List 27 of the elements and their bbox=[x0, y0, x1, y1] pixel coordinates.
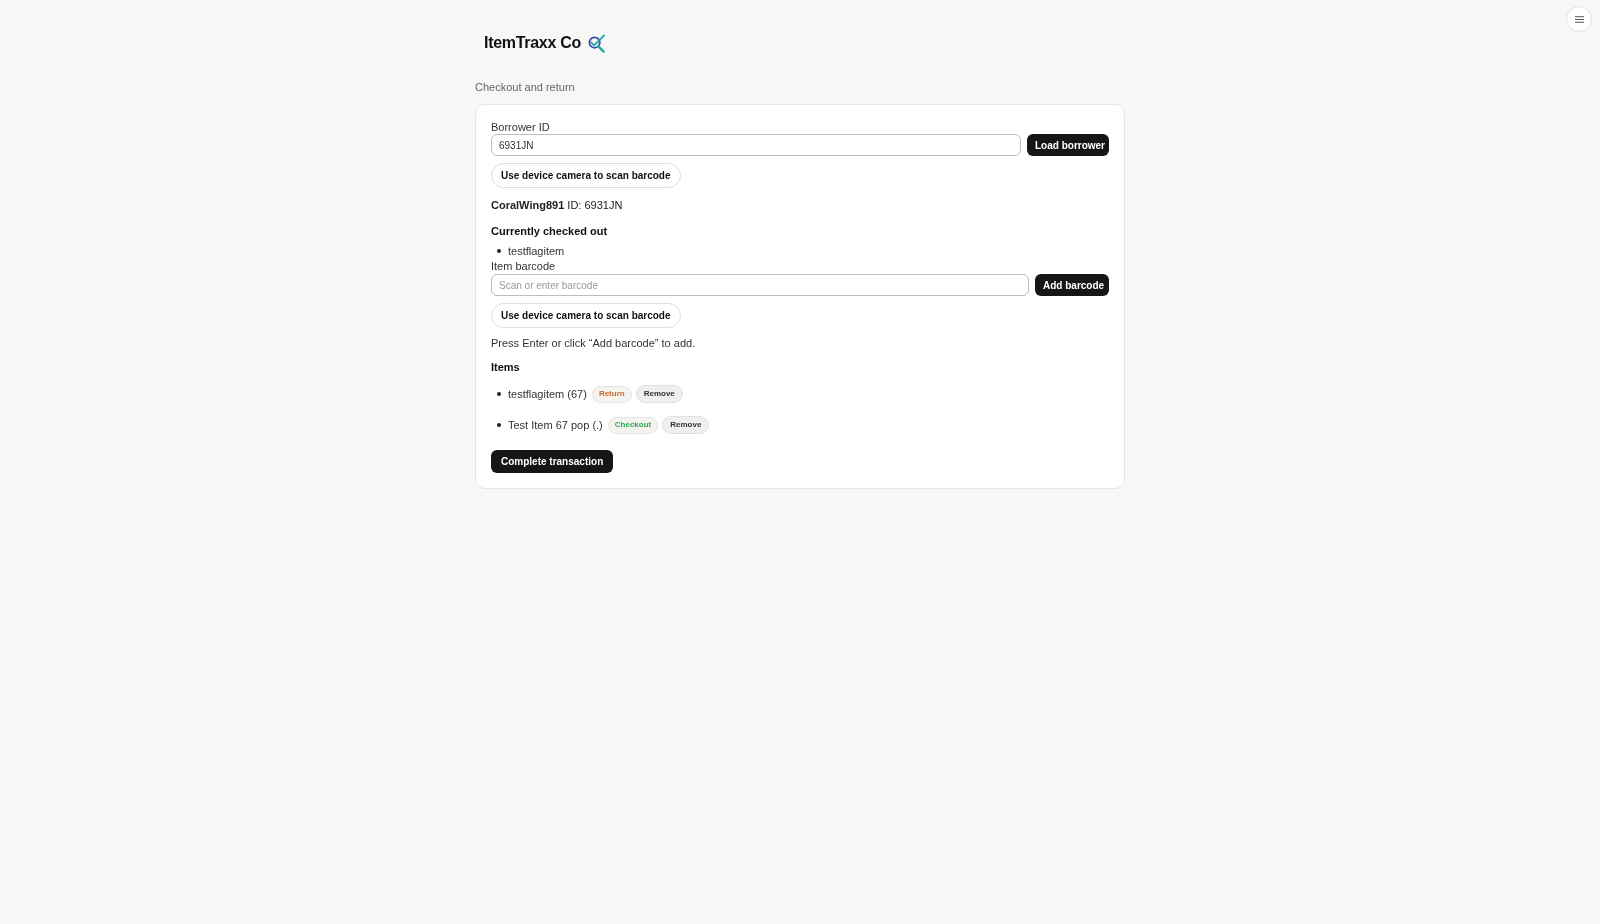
remove-button[interactable]: Remove bbox=[662, 416, 710, 434]
menu-button[interactable] bbox=[1566, 6, 1592, 32]
bullet-icon bbox=[497, 249, 501, 253]
camera-scan-button[interactable]: Use device camera to scan barcode bbox=[491, 163, 681, 188]
field-label: Borrower ID bbox=[491, 120, 550, 134]
bullet-icon bbox=[497, 423, 501, 427]
borrower-id-field[interactable]: 6931JN bbox=[491, 134, 1021, 156]
checked-out-item: testflagitem bbox=[508, 244, 565, 258]
brand-name: ItemTraxx Co bbox=[484, 33, 581, 53]
section-heading: Items bbox=[491, 360, 520, 374]
item-name: Test Item 67 pop (.) bbox=[508, 418, 603, 432]
item-name: testflagitem (67) bbox=[508, 387, 587, 401]
check-magnifier-icon bbox=[586, 33, 606, 53]
load-borrower-button[interactable]: Load borrower bbox=[1027, 134, 1109, 156]
barcode-field[interactable]: Scan or enter barcode bbox=[491, 274, 1029, 296]
section-heading: Currently checked out bbox=[491, 224, 608, 238]
menu-icon bbox=[1574, 15, 1584, 23]
borrower-summary: CoralWing891 ID: 6931JN bbox=[491, 198, 623, 212]
page-title: Checkout and return bbox=[475, 80, 576, 94]
camera-scan-button[interactable]: Use device camera to scan barcode bbox=[491, 303, 681, 328]
field-label: Item barcode bbox=[491, 259, 556, 273]
action-mode-button[interactable]: Return bbox=[591, 385, 632, 403]
hint-text: Press Enter or click “Add barcode” to add. bbox=[491, 336, 696, 350]
bullet-icon bbox=[497, 392, 501, 396]
complete-transaction-button[interactable]: Complete transaction bbox=[491, 450, 614, 473]
add-barcode-button[interactable]: Add barcode bbox=[1035, 274, 1109, 296]
remove-button[interactable]: Remove bbox=[635, 385, 683, 403]
